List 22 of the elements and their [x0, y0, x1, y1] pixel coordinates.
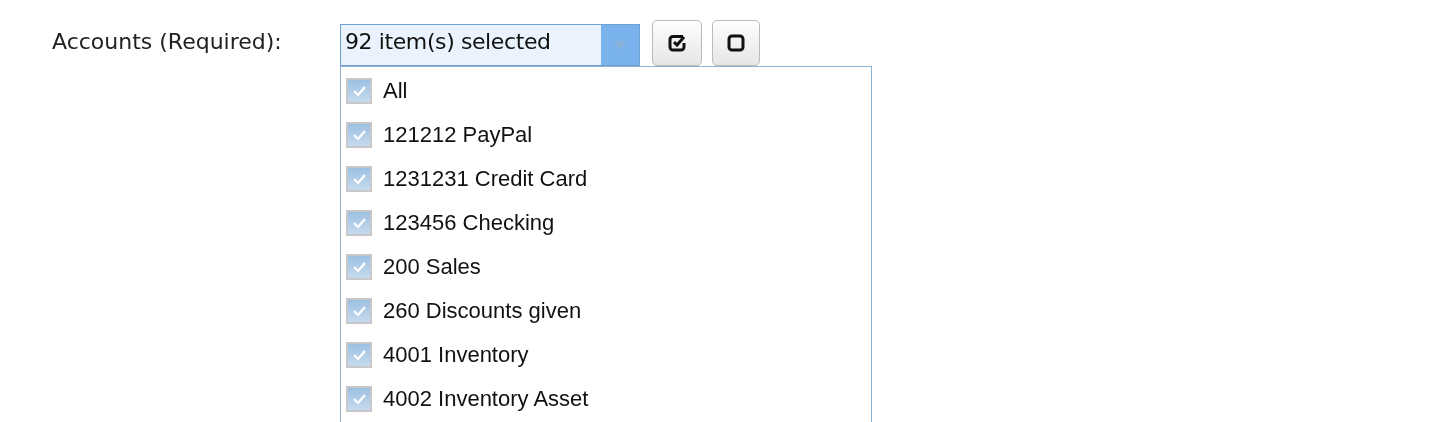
option-label[interactable]: 260 Discounts given	[383, 298, 582, 324]
option-label[interactable]: 121212 PayPal	[383, 122, 533, 148]
checkbox[interactable]	[346, 122, 372, 148]
checkbox[interactable]	[346, 342, 372, 368]
field-label: Accounts (Required):	[52, 29, 283, 54]
checkbox[interactable]	[346, 254, 372, 280]
checkbox[interactable]	[346, 386, 372, 412]
option-label[interactable]: 4001 Inventory	[383, 342, 529, 368]
option-label[interactable]: 4002 Inventory Asset	[383, 386, 589, 412]
option-label[interactable]: 1231231 Credit Card	[383, 166, 588, 192]
option-label[interactable]: All	[383, 78, 408, 104]
checkbox[interactable]	[346, 78, 372, 104]
checkbox[interactable]	[346, 166, 372, 192]
select-all-button[interactable]	[652, 20, 702, 66]
multi-select-dropdown[interactable]: 92 item(s) selected	[340, 24, 640, 66]
check-square-icon	[666, 32, 688, 54]
checkbox[interactable]	[346, 210, 372, 236]
select-none-button[interactable]	[712, 20, 760, 66]
option-label[interactable]: 123456 Checking	[383, 210, 555, 236]
option-label[interactable]: 200 Sales	[383, 254, 481, 280]
square-icon	[725, 32, 747, 54]
checkbox[interactable]	[346, 298, 372, 324]
